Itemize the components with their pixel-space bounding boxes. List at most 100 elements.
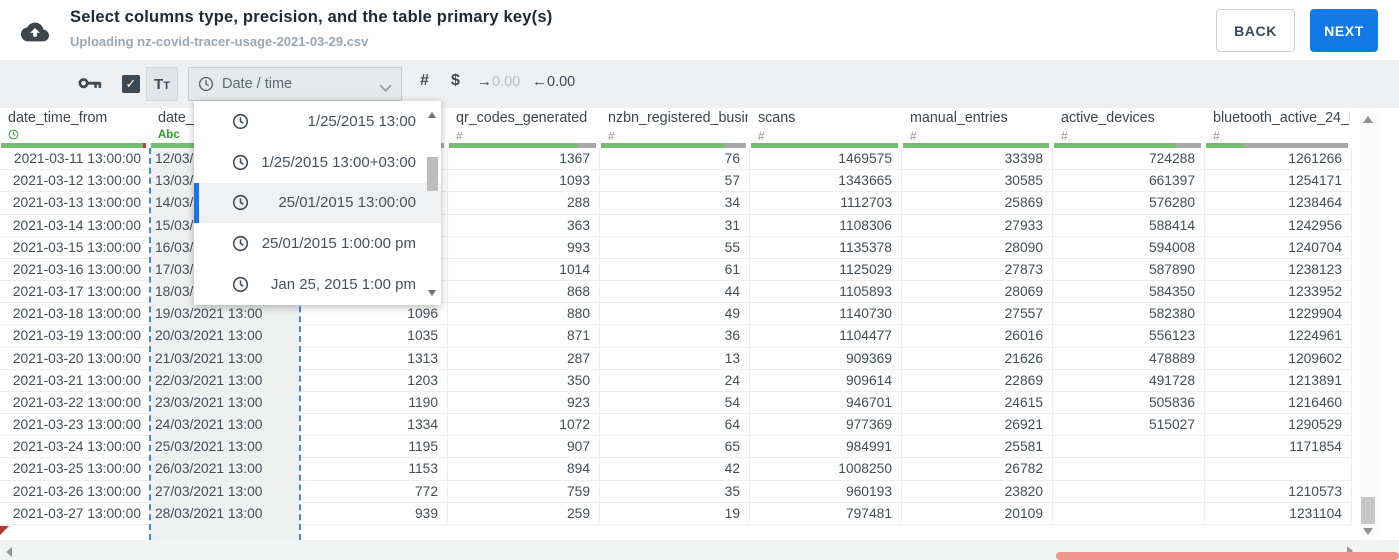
cell: 491728 — [1053, 369, 1205, 391]
chevron-down-icon — [379, 80, 392, 93]
cell: 287 — [448, 347, 600, 369]
cell: 1135378 — [750, 236, 902, 258]
text-type-button[interactable]: Tt — [146, 67, 178, 101]
cell: 259 — [448, 502, 600, 524]
column-header-active_devices[interactable]: active_devices # — [1053, 108, 1205, 148]
cell: 2021-03-15 13:00:00 — [12, 239, 141, 255]
table-row: 2021-03-22 13:00:00 23/03/2021 13:00 1190 9… — [0, 391, 1352, 415]
cell: 2021-03-17 13:00:00 — [12, 284, 141, 300]
currency-type-button[interactable]: $ — [451, 72, 460, 90]
cell: 1254171 — [1205, 170, 1352, 192]
cell: 44 — [600, 281, 750, 303]
scroll-up-arrow[interactable] — [1363, 116, 1373, 123]
format-option[interactable]: Jan 25, 2015 1:00 pm — [194, 264, 441, 305]
cell: 36 — [600, 325, 750, 347]
cell: 2021-03-16 13:00:00 — [12, 261, 141, 277]
cell: 724288 — [1053, 148, 1205, 170]
format-option[interactable]: 1/25/2015 13:00+03:00 — [194, 142, 441, 183]
cell: 2021-03-20 13:00:00 — [12, 350, 141, 366]
cell: 31 — [600, 214, 750, 236]
cell: 2021-03-11 13:00:00 — [13, 151, 141, 166]
column-header-manual_entries[interactable]: manual_entries # — [902, 108, 1053, 148]
cell: 1112703 — [750, 192, 902, 214]
cell: 556123 — [1053, 325, 1205, 347]
cell: 594008 — [1053, 236, 1205, 258]
clock-icon — [232, 194, 249, 211]
cell: 478889 — [1053, 347, 1205, 369]
cell: 34 — [600, 192, 750, 214]
decrease-decimal-button[interactable]: ←0.00 — [532, 73, 575, 90]
cell: 923 — [448, 391, 600, 414]
cell: 42 — [600, 458, 750, 480]
upload-status: Uploading nz-covid-tracer-usage-2021-03-… — [70, 34, 369, 49]
vertical-scrollbar-track[interactable] — [1360, 108, 1377, 540]
format-option-label: 1/25/2015 13:00+03:00 — [261, 153, 416, 171]
cell — [1053, 436, 1205, 458]
scroll-left-arrow[interactable] — [6, 547, 12, 557]
primary-key-icon[interactable] — [78, 77, 102, 91]
column-header-scans[interactable]: scans # — [750, 108, 902, 148]
cell: 1238464 — [1205, 192, 1352, 214]
column-name: scans — [758, 110, 796, 126]
cell: 1210573 — [1205, 480, 1352, 502]
cell: 1171854 — [1205, 436, 1352, 458]
cell: 2021-03-23 13:00:00 — [12, 417, 141, 433]
next-button[interactable]: NEXT — [1310, 9, 1378, 52]
cell: 1096 — [300, 303, 448, 325]
format-option[interactable]: 1/25/2015 13:00 — [194, 101, 441, 142]
cell: 1242956 — [1205, 214, 1352, 236]
cell: 24 — [600, 369, 750, 391]
dropdown-scroll-up-arrow[interactable] — [428, 112, 436, 118]
format-option-label: 25/01/2015 1:00:00 pm — [261, 235, 416, 253]
column-header-bluetooth_active_24_hr_[interactable]: bluetooth_active_24_hr_ # — [1205, 108, 1352, 148]
format-option-selected[interactable]: 25/01/2015 13:00:00 — [194, 182, 441, 224]
cell: 1213891 — [1205, 369, 1352, 391]
cell: 1195 — [300, 436, 448, 458]
column-header-date_time_from[interactable]: date_time_from — [0, 108, 150, 148]
clock-icon — [232, 276, 249, 293]
dropdown-scrollbar-thumb[interactable] — [427, 157, 438, 191]
cell: 27933 — [902, 214, 1053, 236]
format-option[interactable]: 25/01/2015 1:00:00 pm — [194, 223, 441, 264]
include-column-checkbox[interactable]: ✓ — [122, 75, 140, 93]
cell: 1035 — [300, 325, 448, 347]
clock-icon — [232, 235, 249, 252]
cell — [1053, 480, 1205, 502]
column-name: nzbn_registered_busine — [608, 110, 748, 126]
cell: 20/03/2021 13:00 — [155, 328, 263, 344]
column-header-nzbn_registered_busine[interactable]: nzbn_registered_busine # — [600, 108, 750, 148]
back-button[interactable]: BACK — [1216, 9, 1295, 52]
cell: 288 — [448, 192, 600, 214]
cell: 24/03/2021 13:00 — [155, 417, 263, 433]
cell: 1224961 — [1205, 325, 1352, 347]
cell: 28090 — [902, 236, 1053, 258]
cell — [1205, 458, 1352, 480]
cell: 26921 — [902, 414, 1053, 436]
cell: 21/03/2021 13:00 — [155, 350, 263, 366]
cell: 587890 — [1053, 258, 1205, 281]
scroll-down-arrow[interactable] — [1363, 528, 1373, 535]
datetime-format-select[interactable]: Date / time — [188, 67, 402, 101]
dropdown-scroll-down-arrow[interactable] — [428, 290, 436, 296]
cell: 1190 — [300, 391, 448, 414]
datetime-type-icon — [8, 129, 19, 142]
cell: 13 — [600, 347, 750, 369]
increase-decimal-button[interactable]: →0.00 — [477, 73, 520, 90]
cell: 1108306 — [750, 214, 902, 236]
number-type-button[interactable]: # — [420, 72, 429, 90]
cell: 64 — [600, 414, 750, 436]
column-header-qr_codes_generated[interactable]: qr_codes_generated # — [448, 108, 600, 148]
horizontal-scrollbar-thumb[interactable] — [1056, 552, 1399, 560]
number-type-indicator: # — [1061, 129, 1068, 143]
cell: 27557 — [902, 303, 1053, 325]
number-type-indicator: # — [608, 129, 615, 143]
column-name: active_devices — [1061, 110, 1155, 126]
cell: 977369 — [750, 414, 902, 436]
cell: 30585 — [902, 170, 1053, 192]
cell: 1216460 — [1205, 391, 1352, 414]
column-name: manual_entries — [910, 110, 1008, 126]
cell: 28069 — [902, 281, 1053, 303]
vertical-scrollbar-thumb[interactable] — [1361, 497, 1375, 524]
cell: 23/03/2021 13:00 — [155, 394, 263, 410]
cell: 759 — [448, 480, 600, 502]
